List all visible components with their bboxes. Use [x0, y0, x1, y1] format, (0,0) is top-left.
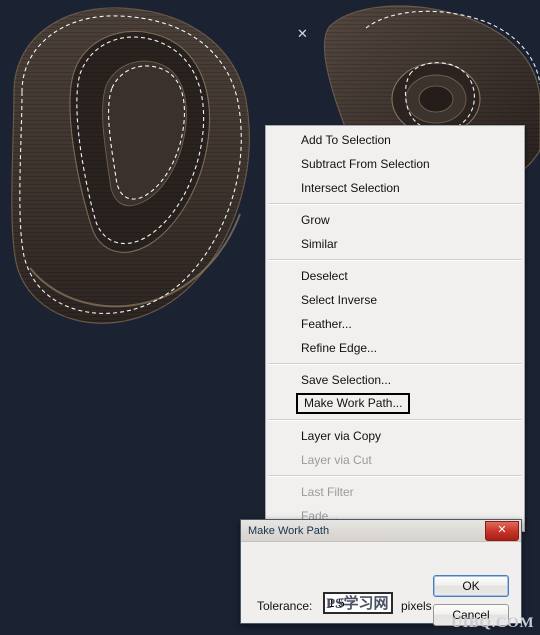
- menu-item-label: Subtract From Selection: [301, 157, 430, 171]
- menu-item-layer-via-copy[interactable]: Layer via Copy: [266, 424, 524, 448]
- menu-item-select-inverse[interactable]: Select Inverse: [266, 288, 524, 312]
- ok-button[interactable]: OK: [433, 575, 509, 597]
- menu-item-save-selection[interactable]: Save Selection...: [266, 368, 524, 392]
- menu-item-deselect[interactable]: Deselect: [266, 264, 524, 288]
- menu-item-label: Deselect: [301, 269, 348, 283]
- menu-item-subtract-from-selection[interactable]: Subtract From Selection: [266, 152, 524, 176]
- menu-item-label: Similar: [301, 237, 338, 251]
- watermark-center: PS学习网: [326, 596, 389, 612]
- watermark-right: UIBQ.COM: [451, 615, 534, 631]
- menu-item-label: Add To Selection: [301, 133, 391, 147]
- tolerance-label: Tolerance:: [257, 599, 313, 613]
- menu-separator: [268, 475, 522, 477]
- close-icon[interactable]: ✕: [485, 521, 519, 541]
- menu-item-label: Layer via Cut: [301, 453, 372, 467]
- menu-item-intersect-selection[interactable]: Intersect Selection: [266, 176, 524, 200]
- menu-item-feather[interactable]: Feather...: [266, 312, 524, 336]
- menu-item-similar[interactable]: Similar: [266, 232, 524, 256]
- menu-item-label: Select Inverse: [301, 293, 378, 307]
- tolerance-units-label: pixels: [401, 599, 432, 613]
- menu-item-label: Make Work Path...: [296, 393, 411, 414]
- menu-item-last-filter: Last Filter: [266, 480, 524, 504]
- menu-item-label: Layer via Copy: [301, 429, 382, 443]
- menu-item-label: Last Filter: [301, 485, 354, 499]
- menu-separator: [268, 419, 522, 421]
- cursor-marker: ✕: [297, 26, 308, 41]
- menu-item-label: Intersect Selection: [301, 181, 400, 195]
- menu-item-add-to-selection[interactable]: Add To Selection: [266, 128, 524, 152]
- menu-item-make-work-path[interactable]: Make Work Path...: [266, 392, 524, 416]
- menu-item-label: Feather...: [301, 317, 352, 331]
- menu-item-label: Grow: [301, 213, 330, 227]
- menu-separator: [268, 203, 522, 205]
- menu-item-label: Save Selection...: [301, 373, 392, 387]
- menu-item-label: Refine Edge...: [301, 341, 378, 355]
- context-menu[interactable]: Add To Selection Subtract From Selection…: [265, 125, 525, 532]
- menu-item-refine-edge[interactable]: Refine Edge...: [266, 336, 524, 360]
- dialog-title: Make Work Path: [248, 524, 330, 537]
- dialog-titlebar[interactable]: Make Work Path ✕: [241, 520, 521, 542]
- menu-item-grow[interactable]: Grow: [266, 208, 524, 232]
- menu-separator: [268, 259, 522, 261]
- menu-item-layer-via-cut: Layer via Cut: [266, 448, 524, 472]
- menu-separator: [268, 363, 522, 365]
